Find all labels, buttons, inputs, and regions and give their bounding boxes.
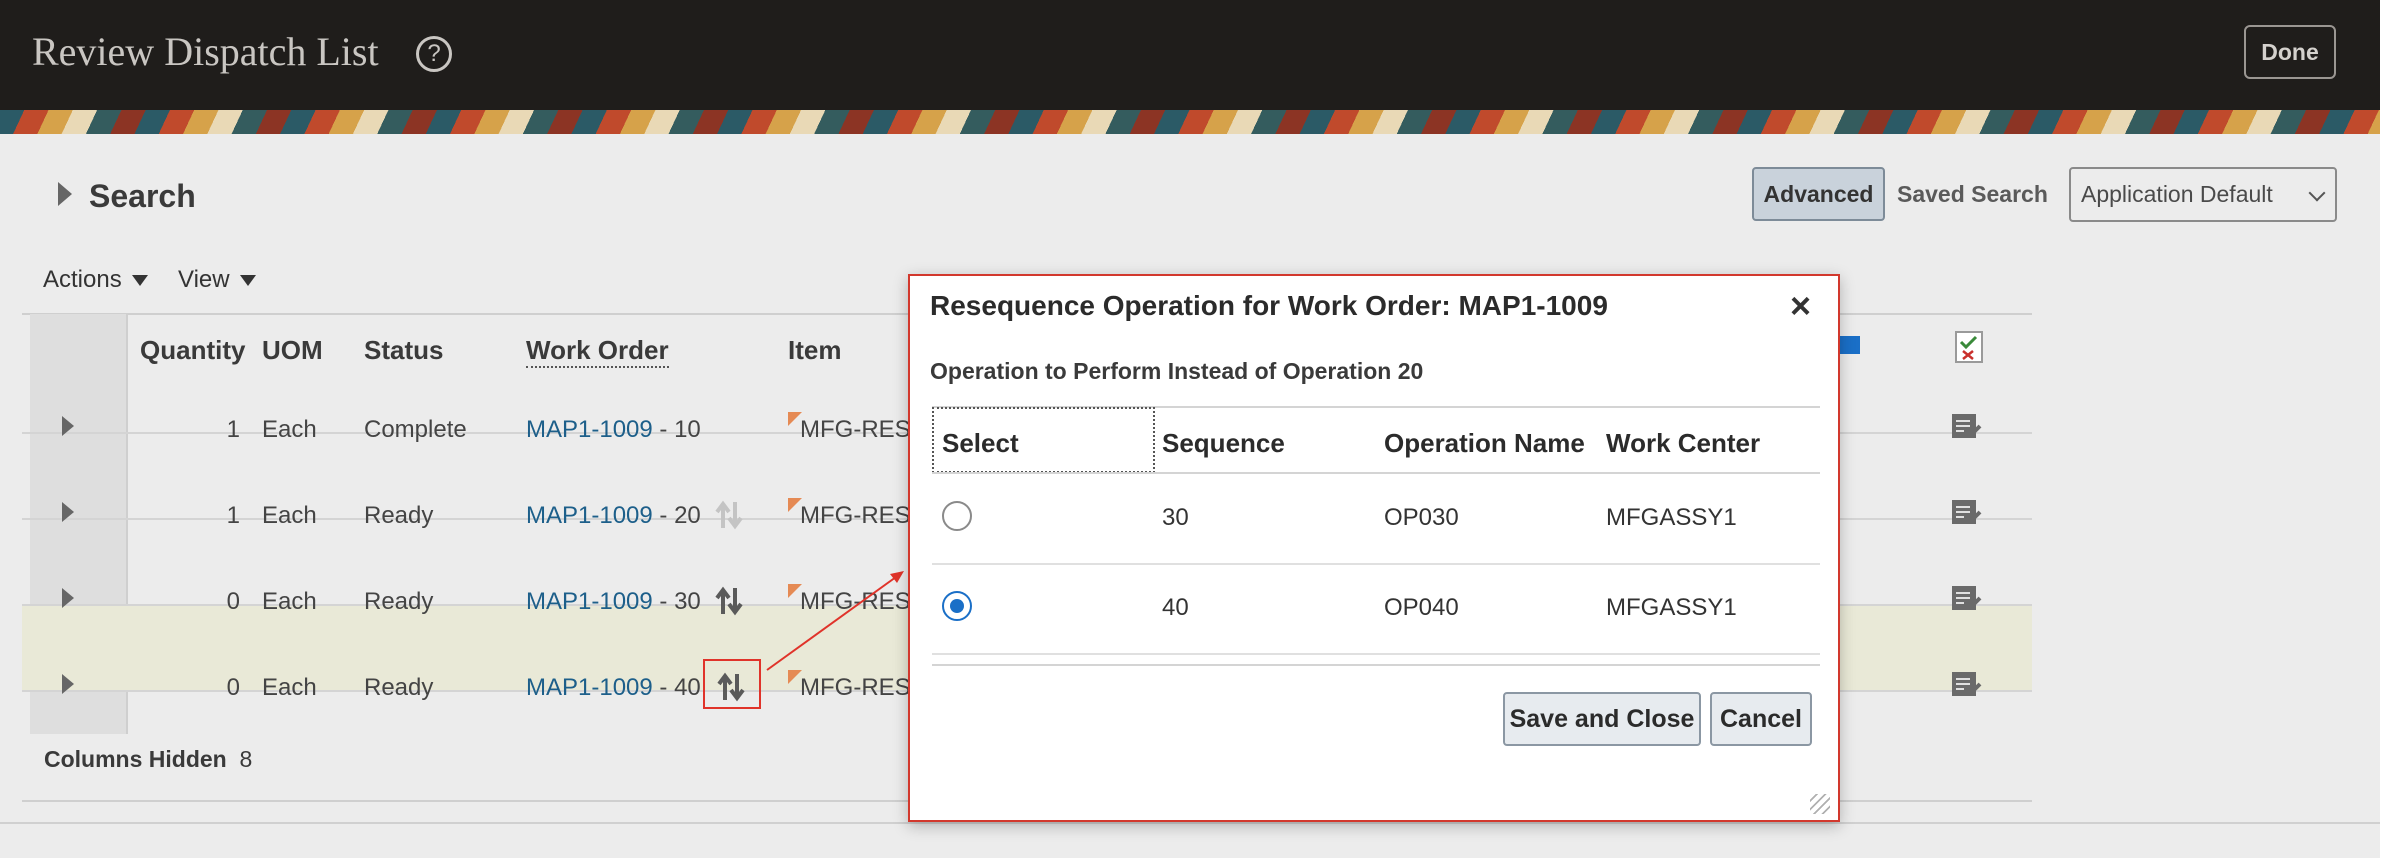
close-icon[interactable]: × (1790, 286, 1811, 326)
operation-suffix: - 10 (659, 416, 701, 443)
dialog-title: Resequence Operation for Work Order: MAP… (930, 290, 1608, 321)
row-expand-icon[interactable] (62, 588, 74, 608)
row-expand-icon[interactable] (62, 502, 74, 522)
quantity-cell: 0 (226, 674, 240, 701)
search-expand-icon[interactable] (58, 182, 72, 206)
work-center-cell: MFGASSY1 (1606, 504, 1737, 531)
edit-icon[interactable] (1950, 584, 1982, 614)
item-cell: MFG-RES (800, 502, 911, 529)
help-icon[interactable]: ? (416, 36, 452, 72)
dialog-row-divider (932, 563, 1820, 565)
columns-hidden-label: Columns Hidden (44, 746, 227, 772)
uom-cell: Each (262, 502, 317, 529)
quantity-cell: 0 (226, 588, 240, 615)
quantity-cell: 1 (226, 502, 240, 529)
saved-search-label: Saved Search (1897, 181, 2048, 207)
work-order-cell: MAP1-1009 - 30 (526, 588, 701, 616)
status-cell: Ready (364, 502, 434, 529)
edit-icon[interactable] (1950, 670, 1982, 700)
caret-down-icon (239, 275, 256, 287)
work-order-link[interactable]: MAP1-1009 (526, 588, 653, 615)
uom-cell: Each (262, 588, 317, 615)
item-cell: MFG-RES (800, 416, 911, 443)
dialog-subtitle: Operation to Perform Instead of Operatio… (930, 358, 1424, 384)
operation-name-cell: OP030 (1384, 504, 1459, 531)
status-cell: Ready (364, 588, 434, 615)
resequence-icon[interactable] (714, 500, 744, 530)
actions-menu-label: Actions (43, 266, 122, 293)
search-title[interactable]: Search (89, 178, 196, 215)
row-expand-icon[interactable] (62, 674, 74, 694)
operation-suffix: - 40 (659, 674, 701, 701)
sequence-cell: 40 (1162, 594, 1189, 621)
save-and-close-button[interactable]: Save and Close (1503, 692, 1701, 746)
columns-hidden-status: Columns Hidden 8 (44, 746, 252, 773)
column-header-work-center[interactable]: Work Center (1606, 428, 1760, 459)
dialog-row-divider (932, 653, 1820, 655)
saved-search-value: Application Default (2081, 181, 2273, 207)
column-header-select[interactable]: Select (942, 428, 1019, 459)
page-title: Review Dispatch List (32, 29, 379, 74)
uom-cell: Each (262, 674, 317, 701)
cancel-button[interactable]: Cancel (1710, 692, 1812, 746)
dialog-table-bottom-border (932, 664, 1820, 666)
decorative-banner (0, 110, 2380, 134)
caret-down-icon (131, 275, 148, 287)
uom-cell: Each (262, 416, 317, 443)
resize-handle-icon[interactable] (1810, 794, 1830, 814)
resequence-dialog: Resequence Operation for Work Order: MAP… (908, 274, 1840, 822)
columns-hidden-count: 8 (239, 746, 253, 772)
column-header-sequence[interactable]: Sequence (1162, 428, 1285, 459)
done-button[interactable]: Done (2244, 25, 2336, 79)
view-menu[interactable]: View (178, 266, 256, 294)
edit-icon[interactable] (1950, 412, 1982, 442)
work-order-cell: MAP1-1009 - 10 (526, 416, 701, 444)
resequence-icon[interactable] (714, 586, 744, 616)
select-radio-op040[interactable] (942, 591, 972, 621)
work-order-link[interactable]: MAP1-1009 (526, 674, 653, 701)
item-cell: MFG-RES (800, 588, 911, 615)
chevron-down-icon (2308, 184, 2326, 202)
edit-icon[interactable] (1950, 498, 1982, 528)
saved-search-select[interactable]: Application Default (2069, 167, 2337, 222)
work-order-link[interactable]: MAP1-1009 (526, 416, 653, 443)
status-cell: Complete (364, 416, 467, 443)
callout-highlight-box (703, 659, 761, 709)
operation-name-cell: OP040 (1384, 594, 1459, 621)
work-order-cell: MAP1-1009 - 40 (526, 674, 701, 702)
quantity-cell: 1 (226, 416, 240, 443)
view-menu-label: View (178, 266, 230, 293)
footer-divider (0, 822, 2380, 824)
operation-suffix: - 30 (659, 588, 701, 615)
actions-menu[interactable]: Actions (43, 266, 148, 294)
item-cell: MFG-RES (800, 674, 911, 701)
dialog-header-divider (932, 472, 1820, 474)
status-cell: Ready (364, 674, 434, 701)
row-expand-icon[interactable] (62, 416, 74, 436)
column-header-operation-name[interactable]: Operation Name (1384, 428, 1585, 459)
advanced-button[interactable]: Advanced (1752, 167, 1885, 221)
select-radio-op030[interactable] (942, 501, 972, 531)
work-order-link[interactable]: MAP1-1009 (526, 502, 653, 529)
operation-suffix: - 20 (659, 502, 701, 529)
sequence-cell: 30 (1162, 504, 1189, 531)
page-header: Review Dispatch List ? Done (0, 0, 2380, 110)
work-order-cell: MAP1-1009 - 20 (526, 502, 701, 530)
work-center-cell: MFGASSY1 (1606, 594, 1737, 621)
